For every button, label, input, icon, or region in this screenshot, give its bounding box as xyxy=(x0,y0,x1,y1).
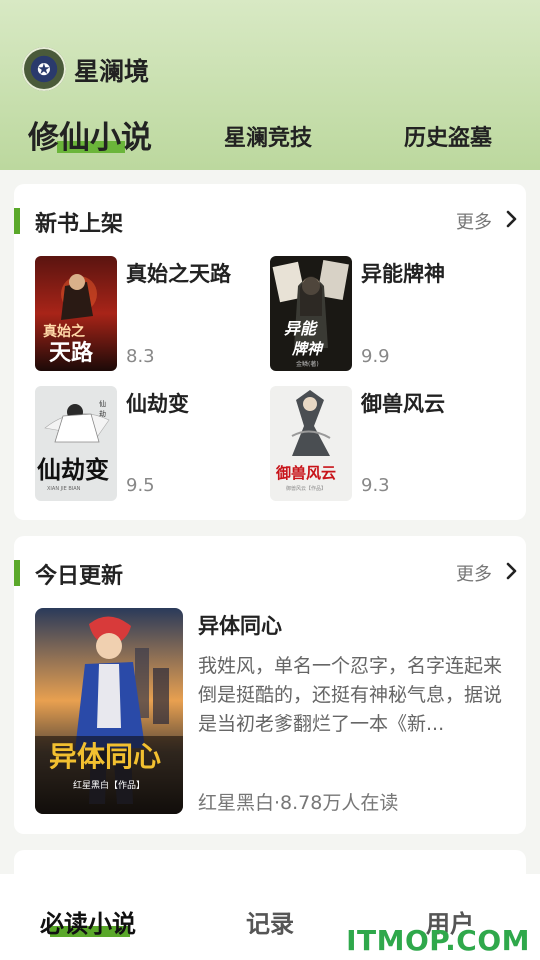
more-link[interactable]: 更多 xyxy=(456,560,492,586)
watermark: ITMOP.COM xyxy=(346,924,530,957)
svg-text:仙劫变: 仙劫变 xyxy=(37,455,109,484)
svg-text:牌神: 牌神 xyxy=(291,340,324,358)
svg-text:天路: 天路 xyxy=(49,340,94,366)
svg-text:御兽风云【作品】: 御兽风云【作品】 xyxy=(286,485,326,492)
book-cover[interactable]: 仙 劫 仙劫变 XIAN JIE BIAN xyxy=(35,386,117,501)
book-cover[interactable]: 御兽风云 御兽风云【作品】 xyxy=(270,386,352,501)
svg-text:异能: 异能 xyxy=(284,319,318,338)
book-cover[interactable]: 真始之 天路 xyxy=(35,256,117,371)
book-title[interactable]: 异体同心 xyxy=(198,610,282,640)
svg-text:真始之: 真始之 xyxy=(43,323,85,340)
nav-bidu[interactable]: 必读小说 xyxy=(40,904,136,939)
section-title: 新书上架 xyxy=(35,212,124,237)
app-title: 星澜境 xyxy=(74,57,150,86)
svg-text:劫: 劫 xyxy=(99,409,106,418)
header: ✪ 星澜境 修仙小说 星澜竞技 历史盗墓 xyxy=(0,0,540,170)
book-score: 8.3 xyxy=(126,346,155,367)
nav-jilu[interactable]: 记录 xyxy=(246,904,294,939)
svg-text:异体同心: 异体同心 xyxy=(49,740,161,773)
book-title[interactable]: 异能牌神 xyxy=(361,258,445,288)
book-title[interactable]: 仙劫变 xyxy=(126,388,189,418)
nav-label: 必读小说 xyxy=(40,910,136,938)
chevron-right-icon[interactable] xyxy=(504,562,520,580)
tab-xinglan[interactable]: 星澜竞技 xyxy=(224,120,312,152)
tab-lishi[interactable]: 历史盗墓 xyxy=(404,120,492,152)
book-title[interactable]: 真始之天路 xyxy=(126,258,231,288)
tab-xiuxian[interactable]: 修仙小说 xyxy=(28,112,152,157)
app-logo-icon[interactable]: ✪ xyxy=(22,47,66,91)
svg-text:金鳞(著): 金鳞(著) xyxy=(296,360,319,368)
more-link[interactable]: 更多 xyxy=(456,208,492,234)
book-cover[interactable]: 异能 牌神 金鳞(著) xyxy=(270,256,352,371)
svg-text:红星黑白【作品】: 红星黑白【作品】 xyxy=(73,779,145,791)
svg-text:御兽风云: 御兽风云 xyxy=(275,464,336,482)
book-meta: 红星黑白·8.78万人在读 xyxy=(198,792,399,814)
book-cover[interactable]: 异体同心 红星黑白【作品】 xyxy=(35,608,183,814)
section-accent-bar xyxy=(14,208,20,234)
book-score: 9.5 xyxy=(126,475,155,496)
book-score: 9.9 xyxy=(361,346,390,367)
book-score: 9.3 xyxy=(361,475,390,496)
svg-text:XIAN JIE BIAN: XIAN JIE BIAN xyxy=(47,486,81,492)
book-description: 我姓风，单名一个忍字，名字连起来倒是挺酷的，还挺有神秘气息，据说是当初老爹翻烂了… xyxy=(198,655,503,735)
today-update-section: 今日更新 更多 异体同心 红星黑白【作品】 异体同心 我姓风，单名一个忍字，名字… xyxy=(14,536,526,834)
section-accent-bar xyxy=(14,560,20,586)
book-title[interactable]: 御兽风云 xyxy=(361,388,445,418)
svg-text:仙: 仙 xyxy=(99,399,106,408)
chevron-right-icon[interactable] xyxy=(504,210,520,228)
section-title: 今日更新 xyxy=(35,564,124,589)
new-books-section: 新书上架 更多 真始之 天路 真始之天路 8.3 异能 牌神 金鳞(著) 异能牌… xyxy=(14,184,526,520)
tab-label: 修仙小说 xyxy=(28,120,152,156)
bottom-nav: 必读小说 记录 用户 ITMOP.COM xyxy=(0,874,540,960)
